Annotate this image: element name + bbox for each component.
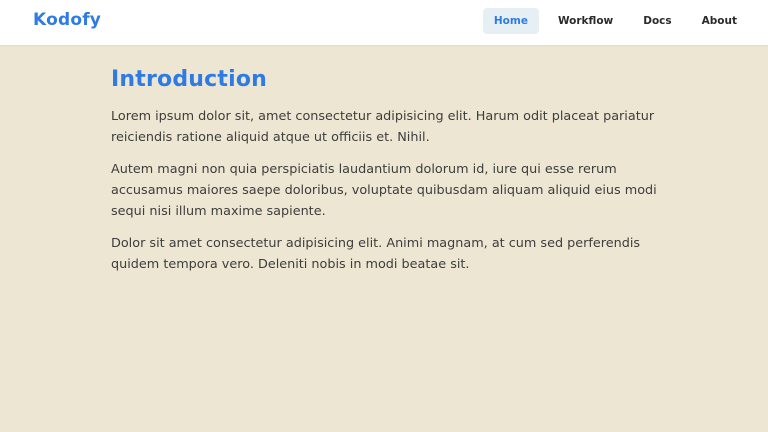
brand-logo[interactable]: Kodofy	[33, 10, 101, 30]
nav-workflow[interactable]: Workflow	[547, 8, 624, 34]
nav-home[interactable]: Home	[482, 8, 539, 34]
intro-paragraph-3: Dolor sit amet consectetur adipisicing e…	[111, 236, 641, 272]
nav-about[interactable]: About	[691, 8, 748, 34]
main-content: Introduction Lorem ipsum dolor sit, amet…	[111, 67, 671, 286]
intro-paragraph-1: Lorem ipsum dolor sit, amet consectetur …	[111, 109, 655, 145]
top-navbar: Kodofy Home Workflow Docs About	[0, 0, 768, 45]
page-title: Introduction	[111, 67, 268, 92]
main-nav: Home Workflow Docs About	[482, 8, 748, 34]
nav-docs[interactable]: Docs	[632, 8, 682, 34]
intro-paragraph-2: Autem magni non quia perspiciatis laudan…	[111, 162, 657, 219]
